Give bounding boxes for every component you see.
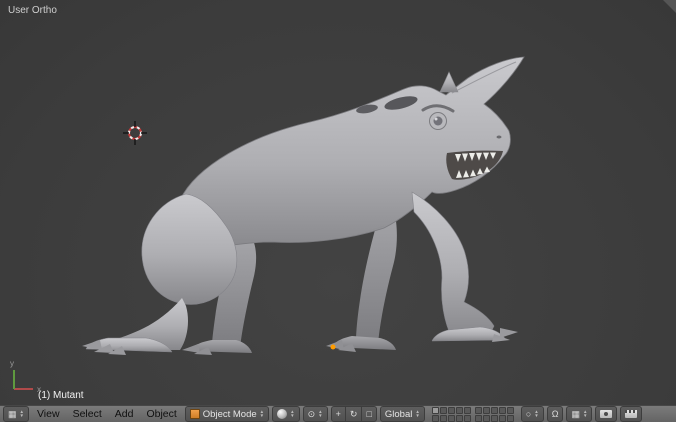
viewport-shading-sphere-icon: [277, 409, 288, 419]
scale-manipulator-icon: □: [366, 408, 372, 419]
layer-toggle[interactable]: [498, 406, 506, 414]
object-origin-dot: [330, 344, 336, 350]
manipulator-scale-toggle[interactable]: □: [361, 406, 377, 422]
viewport-canvas: x y: [10, 56, 525, 394]
layer-toggle[interactable]: [490, 414, 498, 422]
layer-toggle[interactable]: [447, 406, 455, 414]
layer-toggle[interactable]: [463, 414, 471, 422]
dropdown-arrows-icon: ▲ ▼: [259, 409, 265, 418]
menu-select[interactable]: Select: [68, 406, 107, 422]
proportional-edit-icon: ○: [525, 408, 532, 419]
layer-toggle[interactable]: [506, 406, 514, 414]
layer-toggle[interactable]: [490, 406, 498, 414]
layer-toggle[interactable]: [482, 406, 490, 414]
3d-cursor: [123, 121, 147, 145]
3d-viewport[interactable]: x y User Ortho (1) Mutant: [0, 0, 676, 405]
dropdown-arrows-icon: ▲ ▼: [415, 409, 420, 418]
orientation-dropdown-label: Global: [384, 408, 413, 420]
snap-target-icon: ▦: [571, 408, 580, 419]
opengl-render-button[interactable]: [595, 406, 618, 422]
manipulator-rotate-toggle[interactable]: ↻: [344, 406, 363, 422]
pivot-point-icon: ⊙: [307, 408, 316, 419]
manipulator-toggle-group: + ↻ □: [330, 406, 377, 422]
layer-toggle[interactable]: [498, 414, 506, 422]
layer-toggle[interactable]: [506, 414, 514, 422]
active-object-label: (1) Mutant: [38, 390, 84, 401]
opengl-render-animation-button[interactable]: [620, 406, 643, 422]
translate-manipulator-icon: +: [335, 408, 341, 419]
axis-y-label: y: [10, 359, 14, 368]
menu-view[interactable]: View: [32, 406, 65, 422]
creature-model[interactable]: [82, 56, 525, 355]
dropdown-arrows-icon: ▲ ▼: [318, 409, 323, 418]
blender-window: x y User Ortho (1) Mutant ▦ ▲ ▼ View Sele…: [0, 0, 676, 422]
editor-type-icon: ▦: [8, 408, 17, 419]
viewport-header: ▦ ▲ ▼ View Select Add Object Object Mode …: [0, 405, 676, 422]
menu-add[interactable]: Add: [110, 406, 139, 422]
dropdown-arrows-icon: ▲ ▼: [290, 409, 295, 418]
axis-gizmo: x y: [10, 359, 41, 394]
layer-toggle[interactable]: [482, 414, 490, 422]
pivot-point-dropdown[interactable]: ⊙ ▲ ▼: [302, 406, 328, 422]
mode-dropdown[interactable]: Object Mode ▲ ▼: [184, 406, 270, 422]
dropdown-arrows-icon: ▲ ▼: [19, 409, 24, 418]
object-mode-cube-icon: [189, 409, 200, 419]
transform-orientation-dropdown[interactable]: Global ▲ ▼: [379, 406, 425, 422]
layer-grid: [431, 406, 514, 422]
layer-toggle[interactable]: [474, 406, 482, 414]
area-corner-widget[interactable]: [663, 0, 676, 13]
layer-toggle[interactable]: [463, 406, 471, 414]
snap-target-dropdown[interactable]: ▦ ▲ ▼: [566, 406, 593, 422]
camera-render-icon: [600, 410, 613, 418]
layer-toggle[interactable]: [439, 406, 447, 414]
mode-dropdown-label: Object Mode: [202, 408, 257, 420]
layer-toggle[interactable]: [474, 414, 482, 422]
dropdown-arrows-icon: ▲ ▼: [534, 409, 539, 418]
view-orientation-label: User Ortho: [8, 5, 57, 16]
dropdown-arrows-icon: ▲ ▼: [582, 409, 588, 418]
manipulator-translate-toggle[interactable]: +: [330, 406, 346, 422]
snap-toggle[interactable]: Ω: [546, 406, 564, 422]
layer-toggle[interactable]: [455, 414, 463, 422]
layer-toggle[interactable]: [431, 406, 439, 414]
layer-toggle[interactable]: [447, 414, 455, 422]
layer-toggle[interactable]: [455, 406, 463, 414]
layer-toggle[interactable]: [431, 414, 439, 422]
editor-type-button[interactable]: ▦ ▲ ▼: [3, 406, 29, 422]
viewport-shading-dropdown[interactable]: ▲ ▼: [272, 406, 300, 422]
clapperboard-render-animation-icon: [625, 410, 638, 418]
menu-object[interactable]: Object: [141, 406, 181, 422]
snap-magnet-icon: Ω: [551, 408, 559, 419]
rotate-manipulator-icon: ↻: [349, 408, 358, 419]
layer-toggle[interactable]: [439, 414, 447, 422]
proportional-edit-dropdown[interactable]: ○ ▲ ▼: [520, 406, 544, 422]
